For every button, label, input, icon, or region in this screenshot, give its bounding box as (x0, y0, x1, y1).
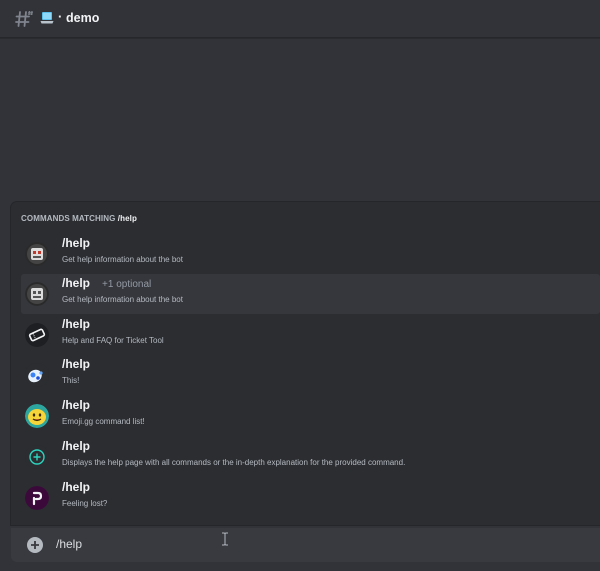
channel-name: demo (66, 11, 100, 25)
command-name: /help (62, 439, 91, 453)
popup-title-query: /help (117, 214, 137, 223)
popup-title: COMMANDS MATCHING /help (21, 214, 137, 223)
channel-separator: · (58, 9, 63, 24)
command-description: Get help information about the bot (62, 255, 183, 264)
command-option[interactable]: /help This! (21, 355, 600, 395)
optional-params-badge: +1 optional (102, 279, 152, 290)
ticket-tool-avatar (25, 323, 49, 347)
message-input[interactable]: /help (56, 537, 82, 551)
message-input-bar[interactable]: /help (11, 528, 600, 562)
robot-bot-avatar (25, 282, 49, 306)
command-description: Feeling lost? (62, 499, 108, 508)
command-name: /help (62, 398, 91, 412)
plus-circle-bot-avatar (25, 445, 49, 469)
add-attachment-icon[interactable] (27, 537, 43, 553)
command-description: Emoji.gg command list! (62, 417, 145, 426)
command-option[interactable]: /help Help and FAQ for Ticket Tool (21, 315, 600, 355)
command-name-text: /help (62, 276, 91, 290)
command-name: /help (62, 357, 91, 371)
command-description: Help and FAQ for Ticket Tool (62, 336, 164, 345)
command-option[interactable]: /help Displays the help page with all co… (21, 437, 600, 477)
command-option[interactable]: /help Feeling lost? (21, 478, 600, 518)
command-name: /help (62, 236, 91, 250)
robot-bot-avatar (25, 242, 49, 266)
command-description: Get help information about the bot (62, 295, 183, 304)
command-name: /help (62, 480, 91, 494)
command-name: /help (62, 317, 91, 331)
command-name: /help +1 optional (62, 276, 151, 290)
emoji-gg-avatar (25, 404, 49, 428)
command-autocomplete-popup: COMMANDS MATCHING /help /help Get help i… (11, 202, 600, 525)
thread-channel-icon (15, 10, 33, 27)
popup-title-prefix: COMMANDS MATCHING (21, 214, 116, 223)
command-option[interactable]: /help Get help information about the bot (21, 234, 600, 274)
text-cursor-icon (222, 532, 228, 546)
command-description: This! (62, 376, 80, 385)
laptop-icon (40, 12, 54, 24)
command-option[interactable]: /help Emoji.gg command list! (21, 396, 600, 436)
channel-header: · demo (0, 0, 600, 38)
blue-white-bot-avatar (25, 363, 49, 387)
command-description: Displays the help page with all commands… (62, 458, 406, 467)
purple-p-avatar (25, 486, 49, 510)
command-option-selected[interactable]: /help +1 optional Get help information ab… (21, 274, 600, 314)
